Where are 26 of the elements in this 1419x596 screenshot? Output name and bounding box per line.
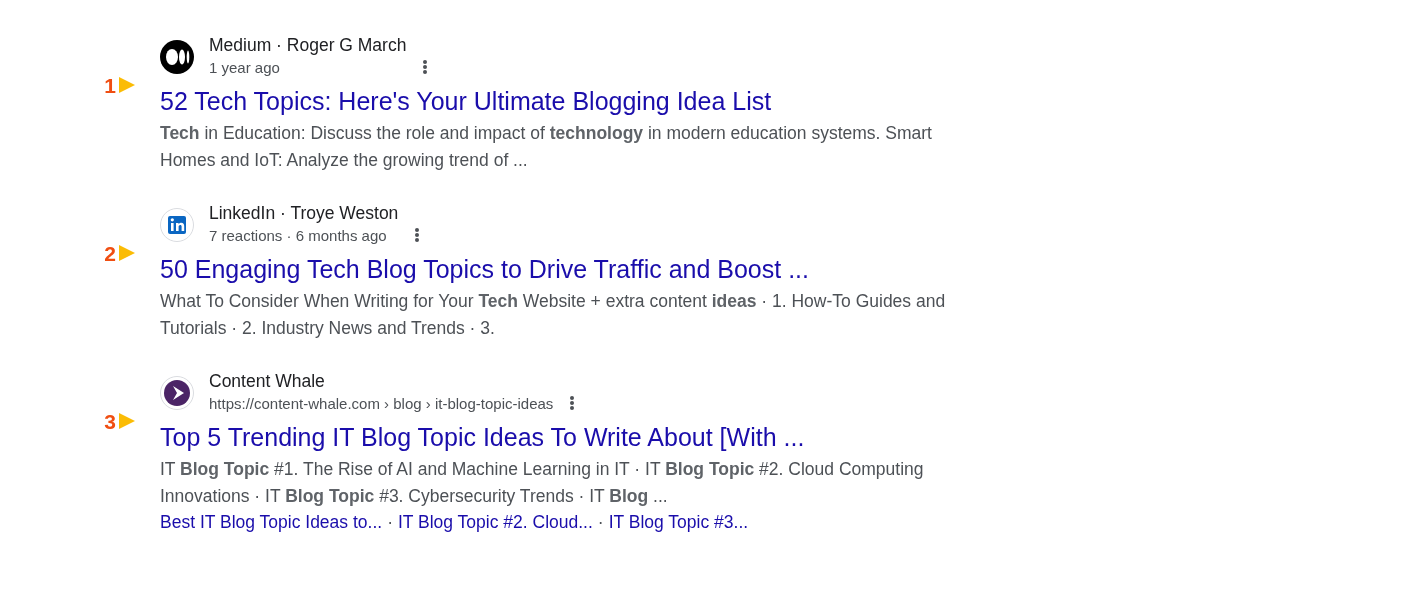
result-meta: 1 year ago xyxy=(209,58,281,78)
logo-icon xyxy=(160,376,194,410)
logo-icon xyxy=(160,40,194,74)
logo-icon xyxy=(160,208,194,242)
result-number: 1 xyxy=(104,74,116,96)
result-snippet: What To Consider When Writing for Your Tech Website + extra content ideas · 1. How-To Guides and Tutorials · 2. Industry News and Trends · 3. xyxy=(160,290,947,340)
separator: · xyxy=(597,511,604,534)
result-snippet: Tech in Education: Discuss the role and impact of technology in modern education systems. Smart Homes and IoT: Analyze the growing trend of ... xyxy=(160,122,933,172)
arrow-icon xyxy=(118,76,136,94)
result-title[interactable]: 52 Tech Topics: Here's Your Ultimate Blogging Idea List xyxy=(160,86,772,116)
result-snippet: IT Blog Topic #1. The Rise of AI and Machine Learning in IT · IT Blog Topic #2. Cloud Computing Innovations · IT Blog Topic #3. Cybersecurity Trends · IT Blog ... xyxy=(160,458,925,508)
result-meta: https://content-whale.com › blog › it-blog-topic-ideas xyxy=(209,394,554,414)
result-meta: 7 reactions · 6 months ago xyxy=(209,226,388,246)
source-name: Content Whale xyxy=(209,370,326,392)
separator: · xyxy=(387,511,393,534)
result-number: 3 xyxy=(104,410,116,432)
result-number: 2 xyxy=(104,242,116,264)
sitelink[interactable]: Best IT Blog Topic Ideas to... xyxy=(160,510,383,534)
sitelink[interactable]: IT Blog Topic #3... xyxy=(608,510,749,534)
sitelink[interactable]: IT Blog Topic #2. Cloud... xyxy=(397,510,593,534)
source-name: Medium · Roger G March xyxy=(209,34,407,56)
result-title[interactable]: Top 5 Trending IT Blog Topic Ideas To Write About [With ... xyxy=(160,422,805,452)
result-title[interactable]: 50 Engaging Tech Blog Topics to Drive Traffic and Boost ... xyxy=(160,254,809,284)
source-name: LinkedIn · Troye Weston xyxy=(209,202,399,224)
arrow-icon xyxy=(118,412,136,430)
arrow-icon xyxy=(118,244,136,262)
